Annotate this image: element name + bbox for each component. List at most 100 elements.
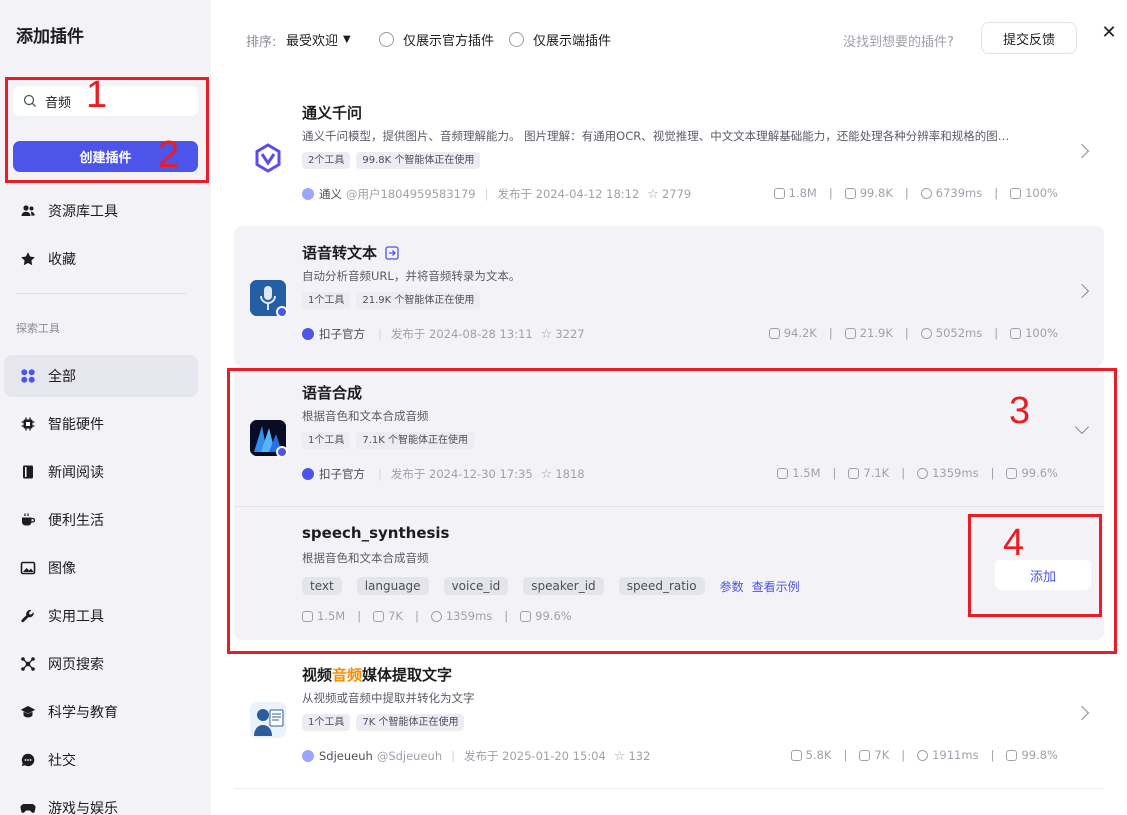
calls-icon [790, 749, 802, 761]
plugin-tags: 2个工具 99.8K 个智能体正在使用 [302, 152, 486, 169]
author-name: 扣子官方 [319, 327, 365, 341]
param-chip: voice_id [443, 577, 509, 595]
sidebar-item-utilities[interactable]: 实用工具 [4, 595, 198, 637]
chevron-down-icon[interactable] [1074, 419, 1090, 435]
tools-count-tag: 1个工具 [302, 292, 351, 309]
star-count: 132 [628, 749, 651, 763]
chevron-right-icon[interactable] [1074, 143, 1090, 159]
sidebar-item-science-education[interactable]: 科学与教育 [4, 691, 198, 733]
sidebar-item-lifestyle[interactable]: 便利生活 [4, 499, 198, 541]
plugin-card-tongyi[interactable]: 通义千问 通义千问模型，提供图片、音频理解能力。 图片理解：有通用OCR、视觉推… [234, 86, 1104, 226]
create-plugin-button[interactable]: 创建插件 [13, 141, 198, 172]
param-chip: text [302, 577, 342, 595]
chevron-right-icon[interactable] [1074, 283, 1090, 299]
author-name: 扣子官方 [319, 467, 365, 481]
official-badge [276, 446, 288, 458]
plugin-card-media-extract-text[interactable]: 视频 音频 媒体提取文字 从视频或音频中提取并转化为文字 1个工具 7K 个智能体正… [234, 648, 1104, 788]
meta-separator: | [378, 327, 382, 341]
sidebar-item-favorites[interactable]: 收藏 [4, 238, 198, 280]
author-handle: @Sdjeueuh [376, 749, 443, 763]
plugin-tags: 1个工具 21.9K 个智能体正在使用 [302, 292, 486, 309]
bots-count: 7K [388, 609, 403, 623]
sidebar-item-label: 社交 [48, 753, 76, 769]
success-rate-icon [1010, 327, 1022, 339]
param-chip: language [356, 577, 429, 595]
sidebar-item-news[interactable]: 新闻阅读 [4, 451, 198, 493]
sidebar: 添加插件 创建插件 资源库工具 收藏 探索工具 全部 智能硬件 新闻阅读 [0, 0, 211, 815]
sidebar-item-label: 实用工具 [48, 609, 104, 625]
book-icon [20, 464, 36, 480]
sidebar-item-games[interactable]: 游戏与娱乐 [4, 787, 198, 815]
latency: 1359ms [445, 609, 493, 623]
open-detail-icon[interactable] [385, 245, 399, 260]
tongyi-logo-icon [250, 140, 286, 176]
sidebar-item-smart-hardware[interactable]: 智能硬件 [4, 403, 198, 445]
caret-down-icon: ▼ [343, 34, 351, 45]
add-plugin-dialog: 添加插件 创建插件 资源库工具 收藏 探索工具 全部 智能硬件 新闻阅读 [0, 0, 1127, 815]
plugin-stats: 94.2K | 21.9K | 5052ms | 100% [768, 326, 1058, 340]
client-only-radio[interactable]: 仅展示端插件 [509, 30, 611, 49]
publish-date: 发布于 2024-04-12 18:12 [497, 187, 640, 201]
plugin-desc: 根据音色和文本合成音频 [302, 409, 429, 423]
param-chip: speed_ratio [618, 577, 705, 595]
publish-date: 发布于 2025-01-20 15:04 [464, 749, 606, 763]
plugin-title-text: 语音转文本 [302, 244, 378, 262]
title-part: 视频 [302, 666, 333, 684]
sidebar-divider [16, 293, 186, 294]
sidebar-item-label: 全部 [48, 369, 76, 385]
sidebar-item-image[interactable]: 图像 [4, 547, 198, 589]
sidebar-section-label: 探索工具 [16, 322, 60, 335]
usage-tag: 99.8K 个智能体正在使用 [356, 152, 481, 169]
chevron-right-icon[interactable] [1074, 705, 1090, 721]
sidebar-item-all[interactable]: 全部 [4, 355, 198, 397]
success-rate-icon [1006, 467, 1018, 479]
sidebar-item-library-tools[interactable]: 资源库工具 [4, 190, 198, 232]
close-icon[interactable]: ✕ [1101, 22, 1117, 43]
sort-dropdown[interactable]: 最受欢迎 ▼ [286, 30, 351, 49]
success-rate: 99.6% [535, 609, 572, 623]
sidebar-item-social[interactable]: 社交 [4, 739, 198, 781]
usage-tag: 7.1K 个智能体正在使用 [356, 432, 475, 449]
latency: 1911ms [932, 748, 979, 762]
official-only-radio[interactable]: 仅展示官方插件 [379, 30, 494, 49]
not-found-hint: 没找到想要的插件? [843, 35, 954, 50]
success-rate-icon [1006, 749, 1018, 761]
tool-name: speech_synthesis [302, 524, 450, 542]
bots-icon [844, 187, 856, 199]
sidebar-item-label: 科学与教育 [48, 705, 118, 721]
bots-icon [373, 610, 385, 622]
search-highlight: 音频 [332, 666, 363, 684]
radio-circle [379, 32, 394, 47]
sidebar-item-label: 网页搜索 [48, 657, 104, 673]
latency: 6739ms [935, 186, 983, 200]
view-example-link[interactable]: 查看示例 [752, 578, 800, 595]
search-box[interactable] [13, 86, 198, 116]
calls-icon [768, 327, 780, 339]
radio-circle [509, 32, 524, 47]
radio-label: 仅展示端插件 [533, 34, 612, 49]
plugin-card-speech-synthesis[interactable]: 语音合成 根据音色和文本合成音频 1个工具 7.1K 个智能体正在使用 扣子官方… [234, 366, 1104, 506]
add-tool-button[interactable]: 添加 [995, 560, 1091, 590]
bots-icon [848, 467, 860, 479]
gamepad-icon [20, 800, 36, 815]
star-count: 3227 [555, 327, 585, 341]
author-avatar [302, 750, 314, 762]
image-icon [20, 560, 36, 576]
success-rate-icon [1010, 187, 1022, 199]
submit-feedback-button[interactable]: 提交反馈 [981, 22, 1077, 54]
calls-count: 1.8M [788, 186, 817, 200]
plugin-title: 语音转文本 [302, 242, 399, 263]
success-rate: 99.6% [1021, 466, 1058, 480]
search-input[interactable] [45, 93, 175, 109]
plugin-tags: 1个工具 7.1K 个智能体正在使用 [302, 432, 480, 449]
params-link[interactable]: 参数 [720, 578, 744, 595]
success-rate: 100% [1025, 186, 1058, 200]
publish-date: 发布于 2024-12-30 17:35 [390, 467, 533, 481]
sidebar-item-label: 图像 [48, 561, 76, 577]
author-avatar [302, 468, 314, 480]
graduation-cap-icon [20, 704, 36, 720]
search-icon [23, 94, 36, 107]
plugin-card-speech-to-text[interactable]: 语音转文本 自动分析音频URL，并将音频转录为文本。 1个工具 21.9K 个智… [234, 226, 1104, 366]
sidebar-item-web-search[interactable]: 网页搜索 [4, 643, 198, 685]
filter-bar: 排序: 最受欢迎 ▼ 仅展示官方插件 仅展示端插件 没找到想要的插件? 提交反馈 … [211, 0, 1127, 76]
